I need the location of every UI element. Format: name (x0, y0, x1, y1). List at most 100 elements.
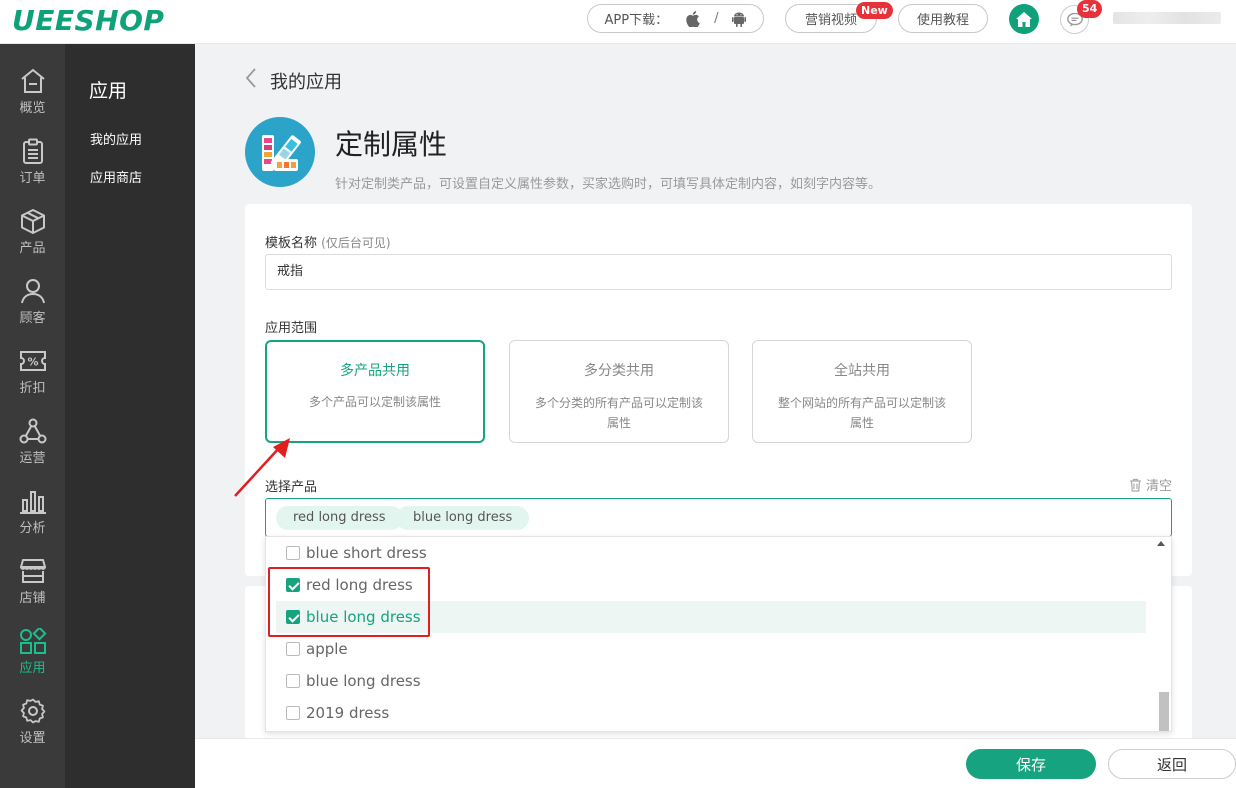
svg-text:%: % (27, 356, 38, 369)
selected-product-tag[interactable]: red long dress (276, 506, 403, 530)
action-bar: 保存 返回 (195, 738, 1236, 788)
subnav-item-app-store[interactable]: 应用商店 (90, 167, 142, 186)
nav-label: 概览 (19, 101, 46, 116)
page-title: 定制属性 (335, 128, 448, 161)
subnav-title: 应用 (89, 80, 128, 102)
back-button[interactable]: 返回 (1108, 749, 1236, 779)
product-option[interactable]: blue long dress (276, 665, 1146, 697)
scope-option-desc: 多个分类的所有产品可以定制该属性 (534, 396, 703, 430)
nav-label: 设置 (19, 731, 46, 746)
android-icon[interactable] (732, 11, 747, 27)
scope-option-multi-category[interactable]: 多分类共用 多个分类的所有产品可以定制该属性 (509, 340, 729, 443)
left-icon-nav: 概览 订单 产品 顾客 % 折扣 运营 分析 店铺 应用 设置 (0, 44, 65, 788)
home-outline-icon (20, 68, 45, 93)
app-download-separator: / (714, 11, 719, 26)
dropdown-scrollbar-thumb[interactable] (1159, 692, 1169, 731)
annotation-arrow-icon (234, 438, 290, 497)
product-option[interactable]: 2019 dress (276, 697, 1146, 729)
breadcrumb[interactable]: 我的应用 (270, 68, 342, 94)
app-download-pill[interactable]: APP下载： / (587, 4, 764, 33)
checkbox-unchecked[interactable] (286, 642, 300, 656)
nav-label: 运营 (19, 451, 46, 466)
nav-label: 折扣 (19, 381, 46, 396)
nav-label: 产品 (19, 241, 46, 256)
scope-option-name: 多分类共用 (584, 363, 654, 379)
trash-icon (1129, 478, 1141, 492)
home-icon (1016, 11, 1032, 27)
nav-item-analytics[interactable]: 分析 (0, 484, 65, 544)
nav-item-operations[interactable]: 运营 (0, 414, 65, 474)
product-option[interactable]: blue short dress (276, 537, 1146, 569)
sub-nav: 应用 我的应用 应用商店 (65, 44, 195, 788)
new-badge: New (856, 2, 893, 19)
subnav-item-my-apps[interactable]: 我的应用 (90, 129, 142, 148)
percent-ticket-icon: % (19, 351, 46, 371)
clear-button[interactable]: 清空 (1129, 475, 1172, 494)
checkbox-unchecked[interactable] (286, 546, 300, 560)
scope-option-name: 全站共用 (834, 363, 890, 379)
scope-option-desc: 整个网站的所有产品可以定制该属性 (777, 396, 946, 430)
product-option[interactable]: apple (276, 633, 1146, 665)
clipboard-icon (22, 138, 43, 164)
nav-item-products[interactable]: 产品 (0, 204, 65, 264)
app-download-label: APP下载： (604, 13, 669, 28)
nav-label: 订单 (19, 171, 46, 186)
selected-product-tag[interactable]: blue long dress (396, 506, 530, 530)
checkbox-checked[interactable] (286, 578, 300, 592)
nav-item-customers[interactable]: 顾客 (0, 274, 65, 334)
nav-item-discounts[interactable]: % 折扣 (0, 344, 65, 404)
product-option-label: blue long dress (306, 608, 421, 626)
checkbox-checked[interactable] (286, 610, 300, 624)
nav-label: 顾客 (19, 311, 46, 326)
template-name-input[interactable]: 戒指 (265, 254, 1172, 290)
user-name-blurred[interactable] (1113, 12, 1221, 24)
checkbox-unchecked[interactable] (286, 706, 300, 720)
top-header: UEESHOP APP下载： / 营销视频 New 使用教程 54 (0, 0, 1236, 44)
form-card: 模板名称 (仅后台可见) 戒指 应用范围 多产品共用 多个产品可以定制该属性 多… (245, 204, 1192, 576)
page-description: 针对定制类产品，可设置自定义属性参数，买家选购时，可填写具体定制内容，如刻字内容… (335, 177, 882, 192)
user-icon (20, 279, 45, 304)
nodes-icon (19, 418, 46, 444)
store-icon (19, 559, 46, 583)
scope-option-name: 多产品共用 (340, 363, 410, 379)
color-palette-icon (262, 135, 301, 171)
product-option-label: apple (306, 640, 348, 658)
nav-item-overview[interactable]: 概览 (0, 64, 65, 124)
product-option-highlighted[interactable]: blue long dress (276, 601, 1146, 633)
tutorial-button[interactable]: 使用教程 (898, 4, 988, 33)
nav-item-apps[interactable]: 应用 (0, 624, 65, 684)
nav-label: 分析 (19, 521, 46, 536)
save-button[interactable]: 保存 (966, 749, 1096, 779)
back-chevron-icon[interactable] (245, 68, 257, 88)
home-button[interactable] (1009, 4, 1039, 34)
scope-option-site-wide[interactable]: 全站共用 整个网站的所有产品可以定制该属性 (752, 340, 972, 443)
app-icon (245, 117, 315, 187)
template-name-label-text: 模板名称 (265, 236, 318, 251)
checkbox-unchecked[interactable] (286, 674, 300, 688)
template-name-label: 模板名称 (仅后台可见) (265, 232, 391, 251)
product-option-label: 2019 dress (306, 704, 390, 722)
product-option[interactable]: red long dress (276, 569, 1146, 601)
scope-option-desc: 多个产品可以定制该属性 (308, 395, 441, 409)
bar-chart-icon (19, 491, 46, 514)
nav-label: 应用 (19, 661, 46, 676)
scope-label: 应用范围 (265, 321, 318, 336)
product-option-label: blue long dress (306, 672, 421, 690)
apple-icon[interactable] (686, 10, 700, 27)
nav-item-settings[interactable]: 设置 (0, 694, 65, 754)
product-option-label: red long dress (306, 576, 413, 594)
scroll-up-arrow-icon[interactable] (1157, 541, 1165, 546)
nav-item-store[interactable]: 店铺 (0, 554, 65, 614)
nav-label: 店铺 (19, 591, 46, 606)
apps-icon (19, 628, 47, 654)
template-name-hint: (仅后台可见) (321, 236, 391, 250)
nav-item-orders[interactable]: 订单 (0, 134, 65, 194)
ueeshop-logo[interactable]: UEESHOP (12, 4, 164, 37)
product-option-label: blue short dress (306, 544, 427, 562)
message-count-badge: 54 (1077, 0, 1103, 18)
box-icon (20, 209, 45, 234)
scope-option-multi-product[interactable]: 多产品共用 多个产品可以定制该属性 (265, 340, 485, 443)
selected-products-input[interactable]: red long dress blue long dress (265, 498, 1172, 537)
gear-icon (20, 698, 45, 724)
product-dropdown[interactable]: blue short dress red long dress blue lon… (265, 536, 1172, 732)
